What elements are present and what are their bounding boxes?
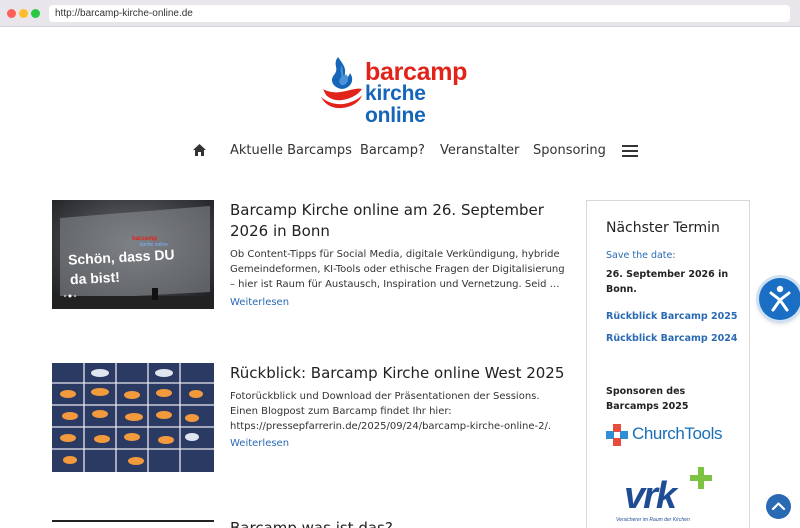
nav-item-aktuelle-barcamps[interactable]: Aktuelle Barcamps xyxy=(230,143,352,158)
logo-text-barcamp: barcamp xyxy=(365,58,468,86)
vrk-tagline: Versicherer im Raum der Kirchen xyxy=(616,517,690,523)
post-thumbnail-barcamp-2026[interactable]: barcamp kirche online Schön, dass DU da … xyxy=(52,200,214,309)
accessibility-icon xyxy=(769,285,791,312)
logo-text-kirche-online: kirche online xyxy=(365,82,426,127)
close-window-dot[interactable] xyxy=(7,9,16,18)
accessibility-button[interactable] xyxy=(759,278,800,320)
address-bar[interactable]: http://barcamp-kirche-online.de xyxy=(49,5,790,22)
sponsor-churchtools-logo[interactable]: ChurchTools xyxy=(606,424,734,446)
sidebar-widget: Nächster Termin Save the date: 26. Septe… xyxy=(586,200,750,528)
read-more-link[interactable]: Weiterlesen xyxy=(230,438,289,449)
post-title[interactable]: Barcamp Kirche online am 26. September 2… xyxy=(230,200,570,242)
nav-item-veranstalter[interactable]: Veranstalter xyxy=(440,143,519,158)
sponsor-vrk-logo[interactable]: vrk Versicherer im Raum der Kirchen xyxy=(616,467,720,527)
session-board-photo xyxy=(52,363,214,472)
scroll-to-top-button[interactable] xyxy=(766,494,791,519)
next-event-date: 26. September 2026 in Bonn. xyxy=(606,269,729,295)
site-logo[interactable]: barcamp kirche online xyxy=(320,55,490,127)
link-rueckblick-2024[interactable]: Rückblick Barcamp 2024 xyxy=(606,333,737,344)
menu-hamburger-icon[interactable] xyxy=(622,145,638,157)
post-excerpt: Ob Content-Tipps für Social Media, digit… xyxy=(230,249,565,290)
main-navigation: Aktuelle Barcamps Barcamp? Veranstalter … xyxy=(0,141,800,161)
browser-chrome: http://barcamp-kirche-online.de xyxy=(0,0,800,27)
maximize-window-dot[interactable] xyxy=(31,9,40,18)
minimize-window-dot[interactable] xyxy=(19,9,28,18)
churchtools-cross-icon xyxy=(606,424,628,446)
nav-item-barcamp[interactable]: Barcamp? xyxy=(360,143,425,158)
post-title[interactable]: Barcamp was ist das? xyxy=(230,518,570,528)
sidebar-heading: Nächster Termin xyxy=(606,220,720,236)
post-title[interactable]: Rückblick: Barcamp Kirche online West 20… xyxy=(230,363,570,384)
link-rueckblick-2025[interactable]: Rückblick Barcamp 2025 xyxy=(606,311,737,322)
post-thumbnail-rueckblick-2025[interactable] xyxy=(52,363,214,472)
vrk-plus-icon xyxy=(690,467,712,489)
thumbnail-caption-line2: da bist! xyxy=(69,268,121,288)
sponsors-heading: Sponsoren des Barcamps 2025 xyxy=(606,386,689,412)
flame-hand-icon xyxy=(321,57,362,109)
post-thumbnail-barcamp-was-ist-das[interactable] xyxy=(52,520,214,528)
read-more-link[interactable]: Weiterlesen xyxy=(230,297,289,308)
chevron-up-icon xyxy=(771,502,786,511)
save-the-date-label: Save the date: xyxy=(606,250,676,261)
churchtools-wordmark: ChurchTools xyxy=(632,424,723,443)
post-excerpt: Fotorückblick und Download der Präsentat… xyxy=(230,391,552,432)
nav-item-sponsoring[interactable]: Sponsoring xyxy=(533,143,606,158)
vrk-wordmark: vrk xyxy=(624,475,677,517)
home-icon[interactable] xyxy=(193,144,206,156)
